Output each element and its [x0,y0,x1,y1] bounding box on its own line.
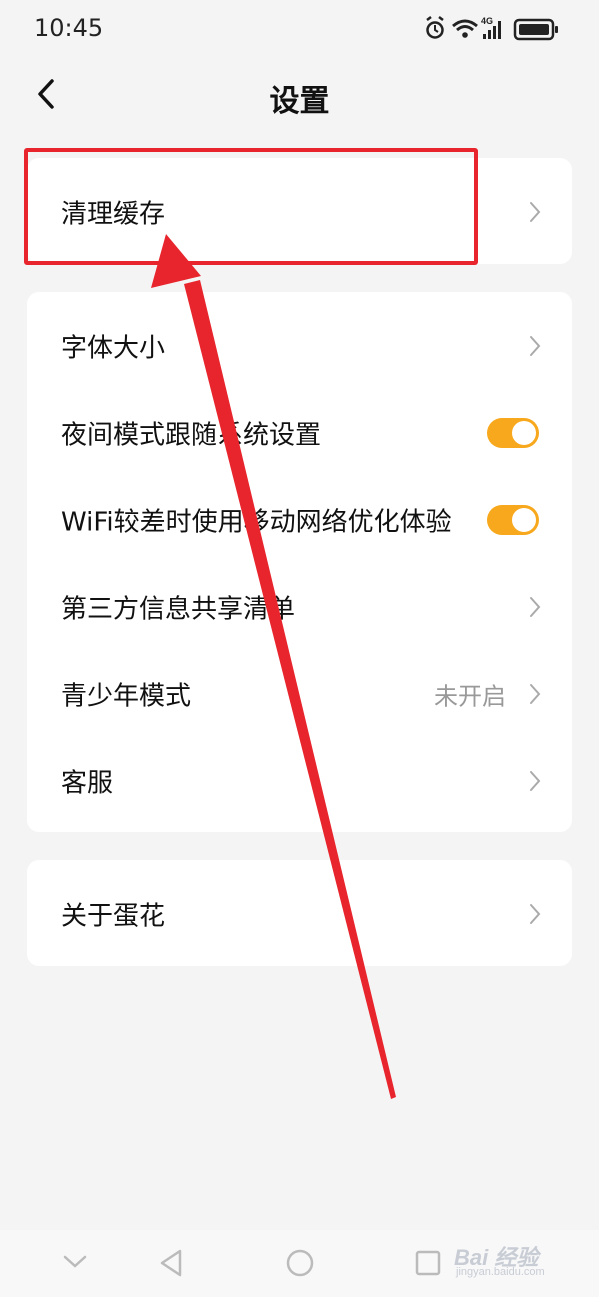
settings-item-label: 夜间模式跟随系统设置 [61,420,322,450]
chevron-right-icon [530,596,541,617]
chevron-right-icon [530,201,541,222]
settings-item-label: 第三方信息共享清单 [61,594,296,624]
battery-icon [513,18,558,41]
status-icons: 4G [425,14,565,44]
chevron-right-icon [530,683,541,704]
settings-item-clear-cache[interactable]: 清理缓存 [27,168,572,255]
page-title: 设置 [269,84,330,119]
settings-item-font-size[interactable]: 字体大小 [27,302,572,389]
settings-item-label: 清理缓存 [61,199,166,229]
settings-item-youth-mode[interactable]: 青少年模式 未开启 [27,650,572,737]
home-circle-icon[interactable] [285,1248,315,1278]
chevron-right-icon [530,903,541,924]
settings-group-main: 字体大小 夜间模式跟随系统设置 WiFi较差时使用移动网络优化体验 第三方信息共… [27,292,572,832]
settings-group-about: 关于蛋花 [27,860,572,966]
baidu-jingyan-watermark: Bai 经验 jingyan.baidu.com [454,1236,574,1284]
alarm-icon [426,16,444,39]
wifi-optimize-toggle[interactable] [487,504,539,535]
night-mode-toggle[interactable] [487,417,539,448]
back-triangle-icon[interactable] [158,1248,184,1278]
settings-item-customer-service[interactable]: 客服 [27,737,572,824]
toggle-knob [512,507,536,532]
header: 设置 [0,58,599,136]
settings-item-label: 关于蛋花 [61,901,166,931]
youth-mode-status: 未开启 [434,682,506,710]
status-time: 10:45 [34,14,104,42]
toggle-knob [512,420,536,445]
watermark-subtext: jingyan.baidu.com [456,1266,545,1278]
settings-item-wifi-optimize: WiFi较差时使用移动网络优化体验 [27,476,572,563]
chevron-right-icon [530,335,541,356]
settings-item-label: 字体大小 [61,333,166,363]
wifi-icon [452,19,478,38]
settings-item-label: 客服 [61,768,114,798]
settings-item-night-mode: 夜间模式跟随系统设置 [27,389,572,476]
settings-item-about[interactable]: 关于蛋花 [27,870,572,957]
svg-text:4G: 4G [481,16,493,26]
settings-group-cache: 清理缓存 [27,158,572,264]
recents-square-icon[interactable] [414,1249,442,1277]
chevron-right-icon [530,770,541,791]
signal-4g-icon: 4G [481,16,501,39]
status-bar: 10:45 4G [0,0,599,58]
collapse-icon[interactable] [62,1252,88,1272]
settings-item-label: WiFi较差时使用移动网络优化体验 [61,507,452,537]
settings-item-third-party-sharing[interactable]: 第三方信息共享清单 [27,563,572,650]
settings-item-label: 青少年模式 [61,681,192,711]
